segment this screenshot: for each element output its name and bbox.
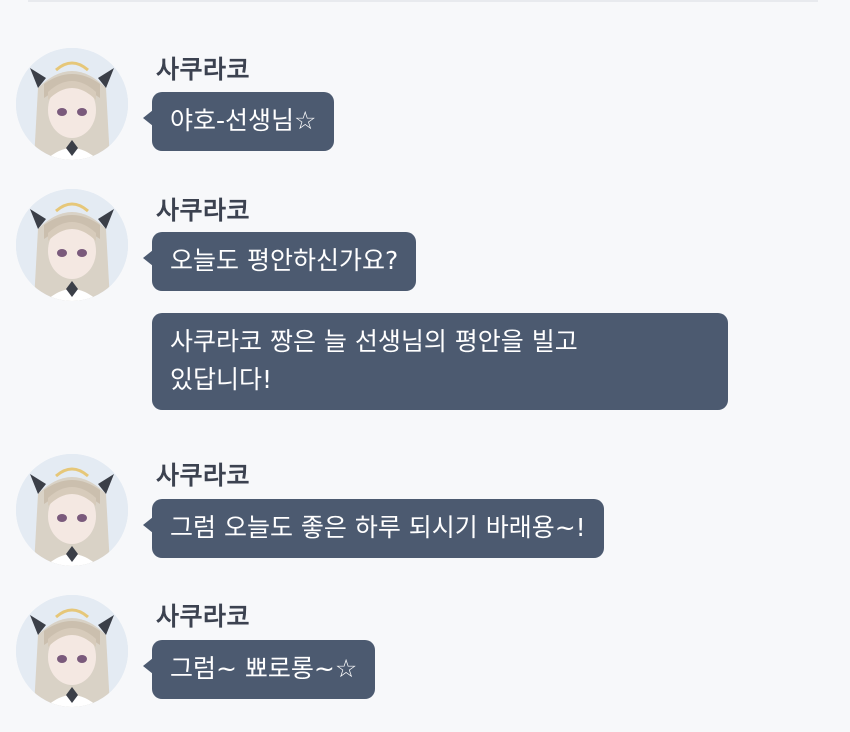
- sender-name: 사쿠라코: [156, 55, 251, 84]
- character-avatar-icon[interactable]: [16, 189, 128, 301]
- sender-name: 사쿠라코: [156, 461, 251, 490]
- message-bubble[interactable]: 그럼 오늘도 좋은 하루 되시기 바래용~!: [143, 499, 604, 558]
- sender-name: 사쿠라코: [156, 196, 251, 225]
- message-bubble[interactable]: 오늘도 평안하신가요?: [142, 232, 417, 291]
- character-avatar-icon[interactable]: [16, 595, 128, 707]
- message-bubble[interactable]: 그럼~ 뾰로롱~☆: [142, 640, 376, 699]
- message-bubble[interactable]: 사쿠라코 짱은 늘 선생님의 평안을 빌고 있답니다!: [152, 313, 728, 410]
- chat-log[interactable]: 사쿠라코 야호-선생님☆ 사쿠라코 오늘도 평안하신가요? 사쿠라코 짱은 늘 …: [0, 0, 850, 732]
- character-avatar-icon[interactable]: [16, 454, 128, 566]
- character-avatar-icon[interactable]: [16, 48, 128, 160]
- sender-name: 사쿠라코: [156, 602, 251, 631]
- message-bubble[interactable]: 야호-선생님☆: [142, 92, 335, 151]
